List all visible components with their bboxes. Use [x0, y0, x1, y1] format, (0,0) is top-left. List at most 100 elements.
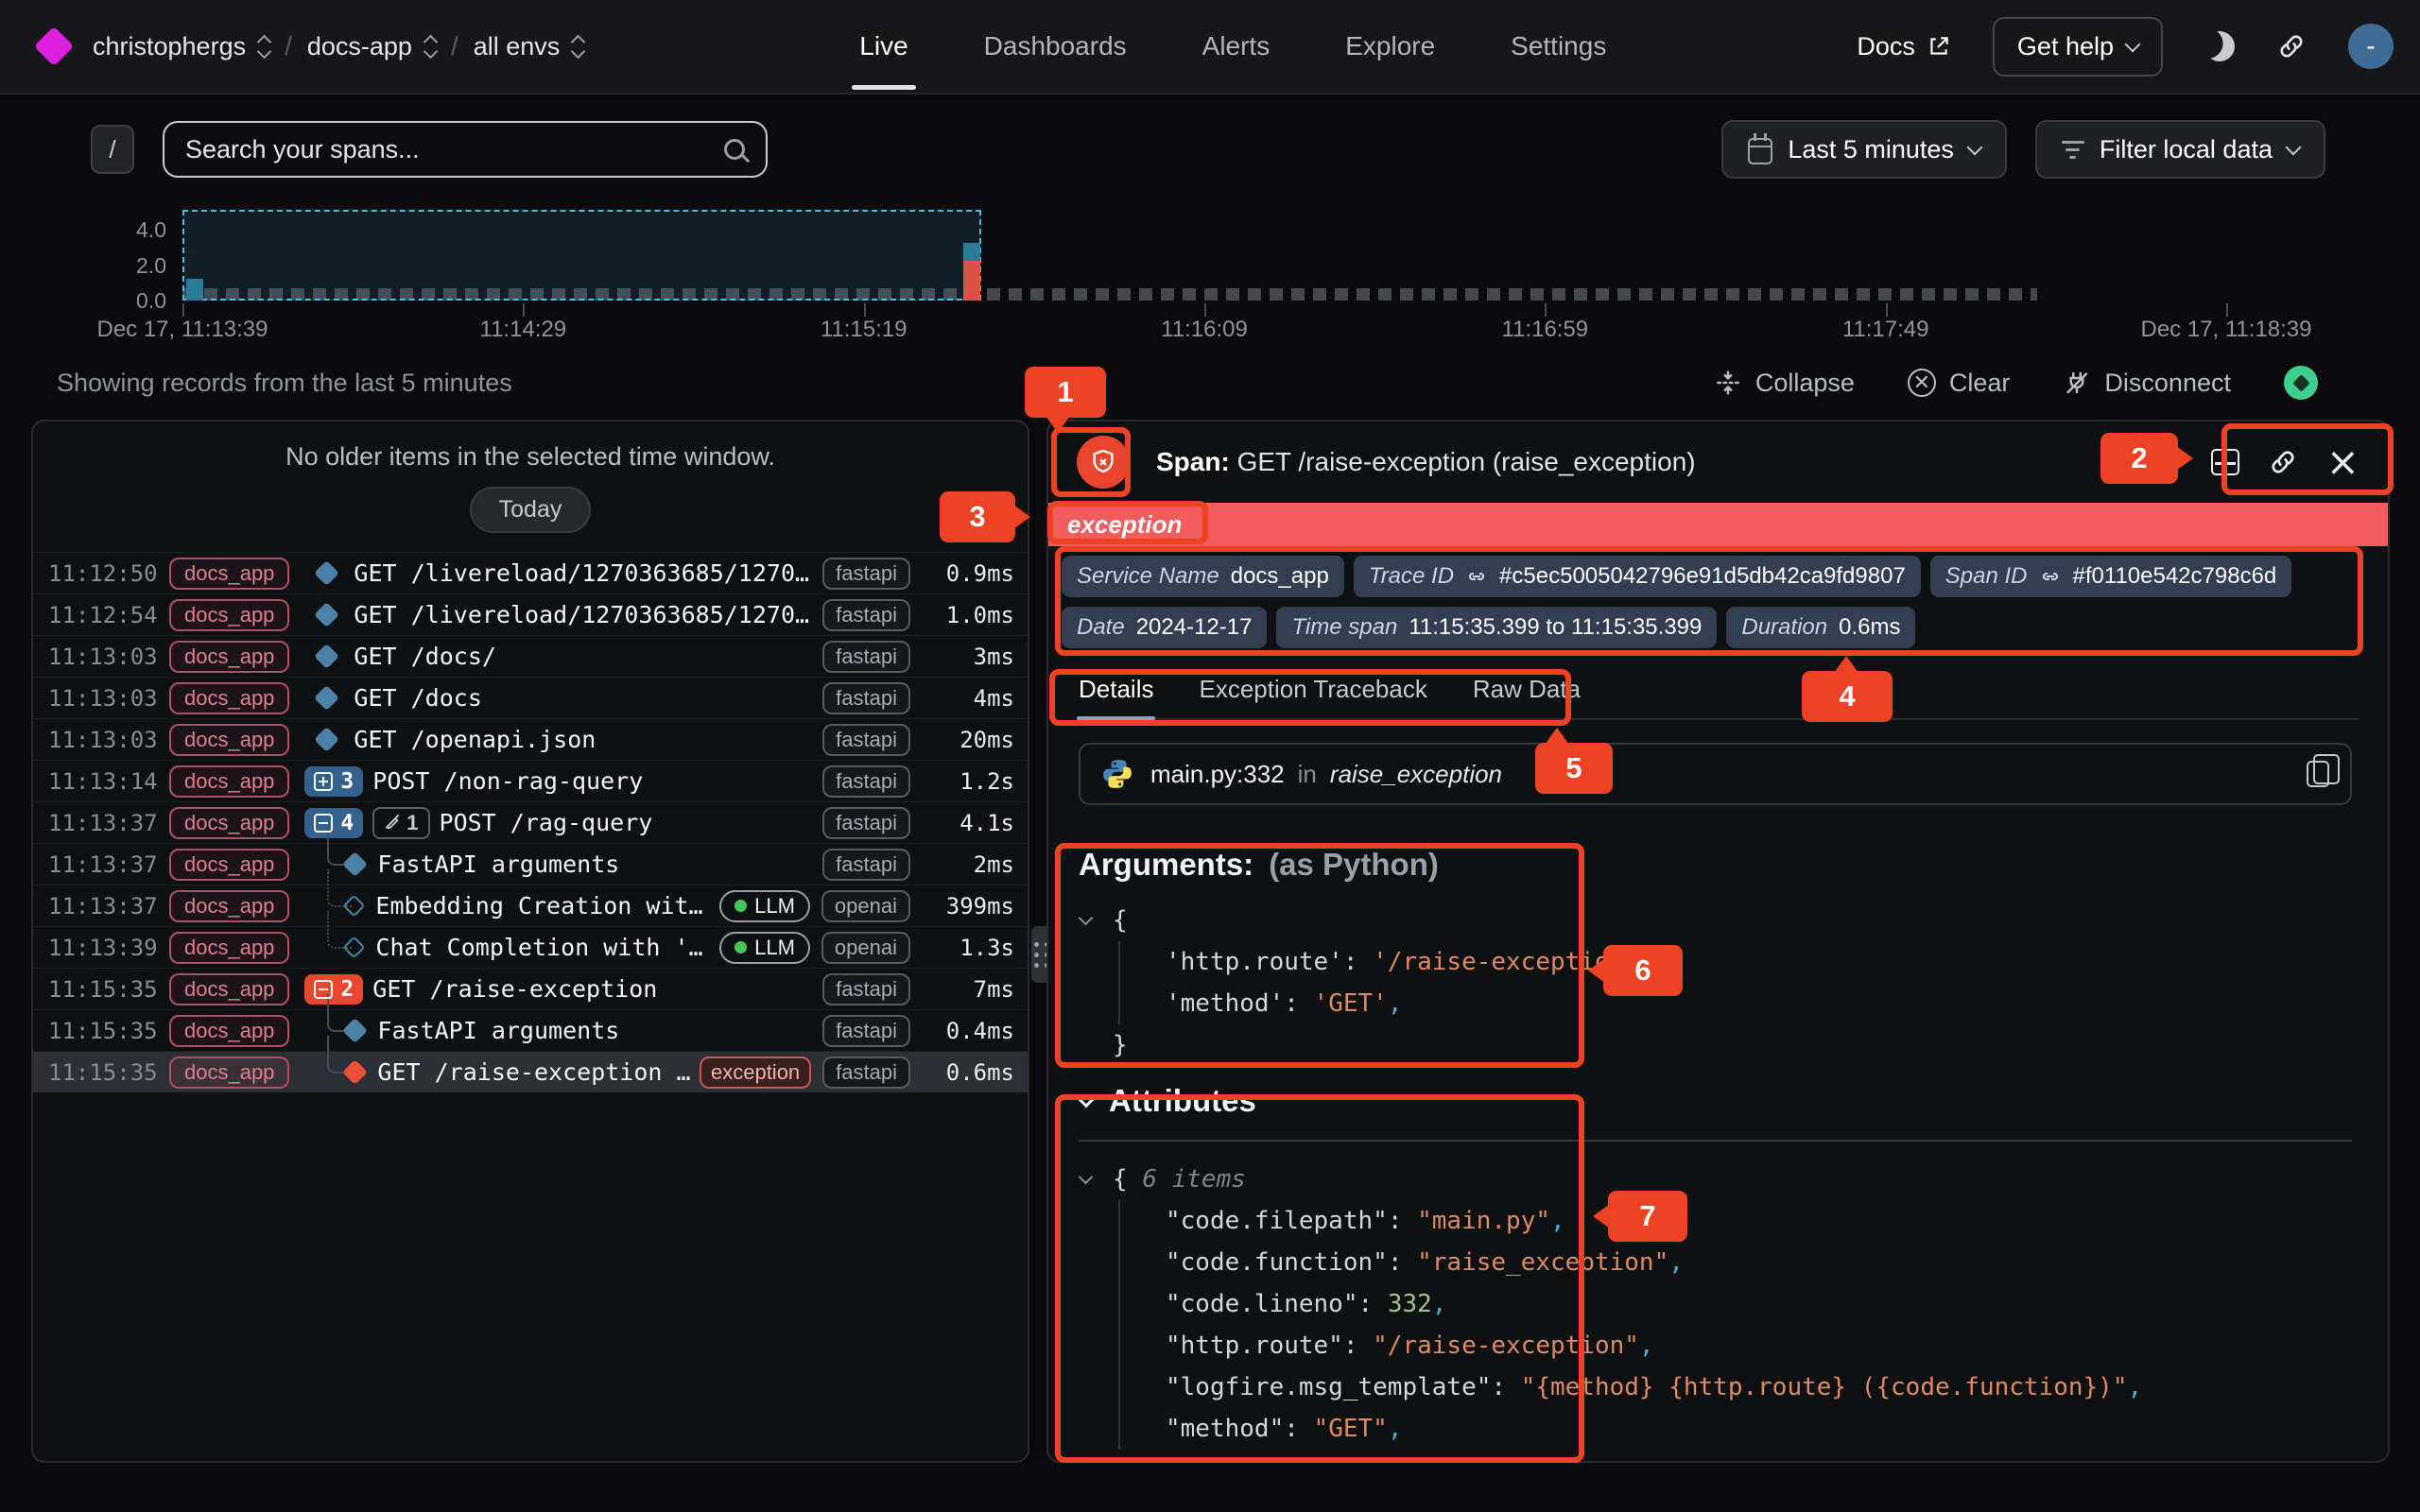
span-icon-zone — [304, 606, 354, 624]
theme-toggle-moon-icon[interactable] — [2200, 26, 2240, 67]
x-tick-label: 11:14:29 — [480, 317, 567, 343]
span-time: 11:13:37 — [48, 810, 169, 836]
errors-bar-segment — [963, 261, 980, 301]
clear-button[interactable]: ✕ Clear — [1908, 369, 2011, 398]
span-row[interactable]: 11:12:50docs_appGET /livereload/12703636… — [33, 552, 1028, 593]
collapse-button[interactable]: Collapse — [1714, 369, 1855, 398]
trace-id-pill[interactable]: Trace ID #c5ec5005042796e91d5db42ca9fd98… — [1354, 556, 1921, 597]
link-icon — [1465, 565, 1488, 588]
filter-label: Filter local data — [2100, 135, 2273, 164]
tab-alerts[interactable]: Alerts — [1201, 3, 1272, 90]
app-tag[interactable]: docs_app — [169, 599, 289, 631]
share-link-icon[interactable] — [2276, 31, 2307, 61]
close-icon[interactable]: × — [2326, 442, 2360, 482]
span-row[interactable]: 11:13:37docs_appEmbedding Creation wit…L… — [33, 885, 1028, 926]
span-row[interactable]: 11:15:35docs_appGET /raise-exception …ex… — [33, 1051, 1028, 1092]
span-id-pill[interactable]: Span ID #f0110e542c798c6d — [1930, 556, 2291, 597]
app-tag[interactable]: docs_app — [169, 807, 289, 839]
span-row[interactable]: 11:13:37docs_app41POST /rag-queryfastapi… — [33, 801, 1028, 843]
copy-link-icon[interactable] — [2268, 447, 2298, 477]
span-duration: 1.0ms — [924, 602, 1014, 628]
chevron-down-icon[interactable] — [1079, 911, 1094, 926]
app-tag[interactable]: docs_app — [169, 890, 289, 922]
tab-dashboards[interactable]: Dashboards — [982, 3, 1129, 90]
span-time: 11:13:03 — [48, 644, 169, 670]
disconnect-icon — [2063, 369, 2091, 397]
env-selector[interactable]: all envs — [474, 32, 584, 61]
app-tag[interactable]: docs_app — [169, 641, 289, 673]
search-input[interactable] — [185, 135, 724, 164]
source-function: raise_exception — [1330, 760, 1502, 789]
breadcrumb-separator: / — [451, 31, 458, 61]
attributes-heading[interactable]: Attributes — [1079, 1083, 2352, 1119]
today-button[interactable]: Today — [470, 487, 591, 533]
app-tag[interactable]: docs_app — [169, 682, 289, 714]
badge-count: 3 — [340, 769, 354, 794]
copy-icon[interactable] — [2307, 761, 2329, 787]
x-tick-mark — [182, 303, 184, 317]
span-row[interactable]: 11:13:39docs_appChat Completion with '…L… — [33, 926, 1028, 968]
children-count-badge[interactable]: 3 — [304, 766, 363, 797]
app-tag[interactable]: docs_app — [169, 558, 289, 590]
span-icon-zone — [304, 730, 354, 748]
tab-exception-traceback[interactable]: Exception Traceback — [1197, 669, 1428, 718]
app-tag[interactable]: docs_app — [169, 1057, 289, 1089]
expand-icon — [314, 772, 333, 791]
filter-local-data-button[interactable]: Filter local data — [2035, 120, 2325, 179]
span-row[interactable]: 11:13:37docs_appFastAPI argumentsfastapi… — [33, 843, 1028, 885]
collapse-icon — [314, 980, 333, 999]
app-tag[interactable]: docs_app — [169, 1015, 289, 1047]
span-name: GET /raise-exception … — [377, 1058, 700, 1086]
tab-live[interactable]: Live — [857, 3, 909, 90]
tab-raw-data[interactable]: Raw Data — [1471, 669, 1582, 718]
live-connection-indicator[interactable] — [2284, 366, 2318, 400]
disconnect-button[interactable]: Disconnect — [2063, 369, 2231, 398]
chevron-down-icon[interactable] — [1079, 1170, 1094, 1185]
x-tick-mark — [1886, 303, 1888, 317]
breadcrumb: christophergs / docs-app / all envs — [93, 31, 583, 61]
chevron-updown-icon — [425, 37, 436, 57]
span-icon-zone: 3 — [304, 766, 372, 797]
span-row[interactable]: 11:15:35docs_app2GET /raise-exceptionfas… — [33, 968, 1028, 1009]
span-row[interactable]: 11:15:35docs_appFastAPI argumentsfastapi… — [33, 1009, 1028, 1051]
time-span-pill: Time span 11:15:35.399 to 11:15:35.399 — [1276, 607, 1717, 648]
span-meta: Service Name docs_app Trace ID #c5ec5005… — [1062, 556, 2375, 648]
org-selector[interactable]: christophergs — [93, 32, 269, 61]
x-tick-label: 11:15:19 — [821, 317, 908, 343]
dock-panel-icon[interactable] — [2211, 449, 2239, 475]
span-name: Chat Completion with '… — [375, 934, 719, 961]
docs-link[interactable]: Docs — [1857, 32, 1951, 61]
time-window-selection[interactable] — [182, 210, 981, 301]
tab-settings[interactable]: Settings — [1509, 3, 1608, 90]
chart-x-ticks: Dec 17, 11:13:3911:14:2911:15:1911:16:09… — [182, 317, 2226, 345]
app-tag[interactable]: docs_app — [169, 724, 289, 756]
y-tick-label: 0.0 — [110, 288, 166, 314]
app-tag[interactable]: docs_app — [169, 973, 289, 1005]
span-row[interactable]: 11:13:03docs_appGET /docsfastapi4ms — [33, 677, 1028, 718]
get-help-button[interactable]: Get help — [1993, 17, 2163, 77]
span-row[interactable]: 11:13:03docs_appGET /openapi.jsonfastapi… — [33, 718, 1028, 760]
tab-details[interactable]: Details — [1077, 669, 1155, 718]
span-rows: 11:12:50docs_appGET /livereload/12703636… — [33, 552, 1028, 1092]
project-selector[interactable]: docs-app — [307, 32, 436, 61]
span-row[interactable]: 11:13:03docs_appGET /docs/fastapi3ms — [33, 635, 1028, 677]
service-tag: openai — [821, 890, 910, 922]
code-line: "code.lineno": 332, — [1079, 1283, 2352, 1325]
logfire-logo-icon[interactable] — [34, 26, 74, 66]
x-tick-mark — [1545, 303, 1547, 317]
time-range-button[interactable]: Last 5 minutes — [1721, 120, 2007, 179]
span-row[interactable]: 11:12:54docs_appGET /livereload/12703636… — [33, 593, 1028, 635]
nav-actions: Docs Get help - — [1857, 17, 2394, 77]
span-icon-zone — [304, 647, 354, 665]
chart-plot[interactable] — [182, 210, 2226, 301]
service-tag: fastapi — [822, 682, 910, 714]
scrubbed-badge[interactable]: 1 — [372, 807, 429, 839]
tab-explore[interactable]: Explore — [1343, 3, 1437, 90]
avatar[interactable]: - — [2348, 24, 2394, 69]
app-tag[interactable]: docs_app — [169, 849, 289, 881]
span-time: 11:12:54 — [48, 602, 169, 628]
span-row[interactable]: 11:13:14docs_app3POST /non-rag-queryfast… — [33, 760, 1028, 801]
span-name: GET /livereload/1270363685/1270… — [354, 559, 822, 587]
app-tag[interactable]: docs_app — [169, 765, 289, 798]
app-tag[interactable]: docs_app — [169, 932, 289, 964]
